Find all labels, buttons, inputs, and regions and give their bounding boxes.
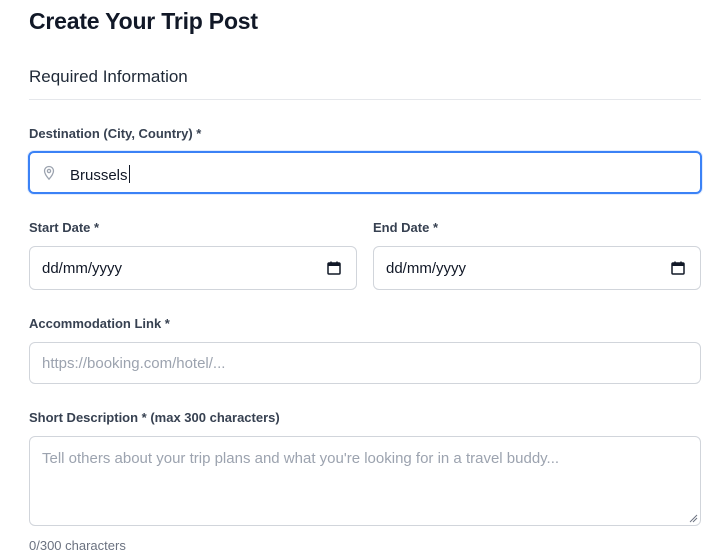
description-placeholder: Tell others about your trip plans and wh… xyxy=(42,450,560,467)
start-date-value: dd/mm/yyyy xyxy=(42,260,123,277)
end-date-value: dd/mm/yyyy xyxy=(386,260,467,277)
destination-value: Brussels xyxy=(70,165,130,184)
text-caret xyxy=(128,165,130,183)
accommodation-label: Accommodation Link * xyxy=(29,316,170,331)
page-title: Create Your Trip Post xyxy=(29,8,258,34)
section-title: Required Information xyxy=(29,67,188,86)
description-textarea[interactable]: Tell others about your trip plans and wh… xyxy=(29,436,701,526)
accommodation-placeholder: https://booking.com/hotel/... xyxy=(42,355,226,372)
destination-input[interactable]: Brussels xyxy=(28,151,702,194)
end-date-input[interactable]: dd/mm/yyyy xyxy=(373,246,701,290)
section-divider xyxy=(29,99,701,100)
start-date-input[interactable]: dd/mm/yyyy xyxy=(29,246,357,290)
calendar-icon[interactable] xyxy=(670,260,686,276)
description-label: Short Description * (max 300 characters) xyxy=(29,410,280,425)
start-date-label: Start Date * xyxy=(29,220,100,235)
character-counter: 0/300 characters xyxy=(29,538,126,553)
accommodation-input[interactable]: https://booking.com/hotel/... xyxy=(29,342,701,384)
end-date-label: End Date * xyxy=(373,220,439,235)
calendar-icon[interactable] xyxy=(326,260,342,276)
destination-label: Destination (City, Country) * xyxy=(29,126,202,141)
resize-handle-icon[interactable] xyxy=(688,513,698,523)
map-pin-icon xyxy=(43,165,55,181)
